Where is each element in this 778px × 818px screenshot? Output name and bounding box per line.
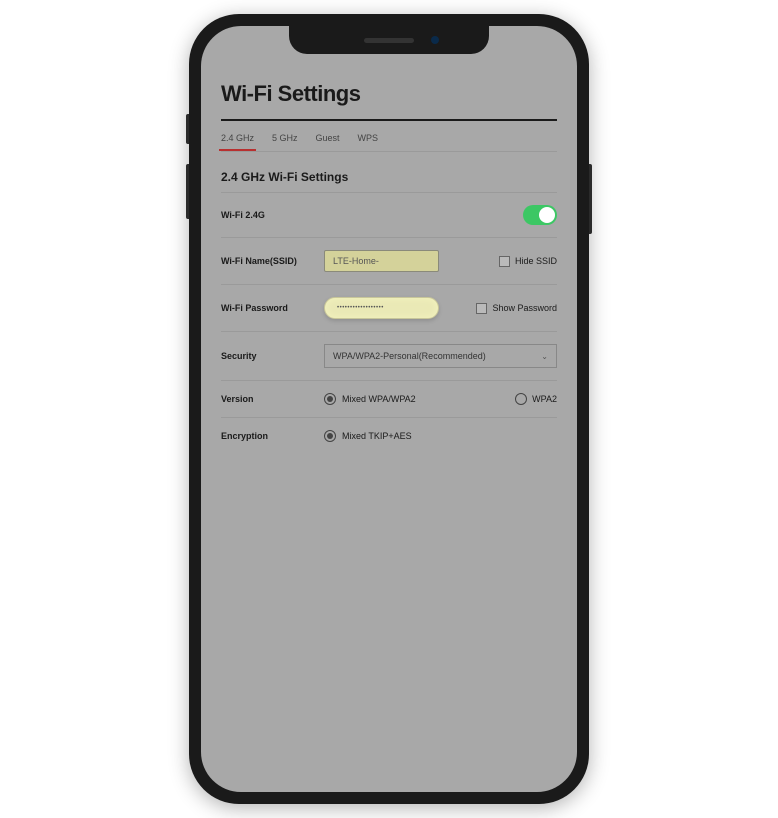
row-encryption: Encryption Mixed TKIP+AES	[221, 418, 557, 454]
ssid-control	[324, 250, 491, 272]
ssid-input[interactable]	[324, 250, 439, 272]
section-title: 2.4 GHz Wi-Fi Settings	[221, 170, 557, 184]
version-radio-mixed[interactable]	[324, 393, 336, 405]
hide-ssid-checkbox[interactable]	[499, 256, 510, 267]
page-title: Wi-Fi Settings	[221, 81, 557, 107]
tabs-divider	[221, 151, 557, 152]
phone-frame: Wi-Fi Settings 2.4 GHz 5 GHz Guest WPS 2…	[189, 14, 589, 804]
hide-ssid-label: Hide SSID	[515, 256, 557, 266]
encryption-label: Encryption	[221, 431, 316, 441]
version-radio-wpa2[interactable]	[515, 393, 527, 405]
hide-ssid-group: Hide SSID	[499, 256, 557, 267]
tab-wps[interactable]: WPS	[358, 133, 379, 151]
wifi-enable-toggle[interactable]	[523, 205, 557, 225]
security-select[interactable]: WPA/WPA2-Personal(Recommended) ⌄	[324, 344, 557, 368]
password-control	[324, 297, 468, 319]
tab-24ghz[interactable]: 2.4 GHz	[221, 133, 254, 151]
show-password-checkbox[interactable]	[476, 303, 487, 314]
phone-notch	[289, 26, 489, 54]
phone-side-button	[589, 164, 592, 234]
ssid-label: Wi-Fi Name(SSID)	[221, 256, 316, 266]
password-input[interactable]	[324, 297, 439, 319]
version-wpa2-label: WPA2	[532, 394, 557, 404]
row-version: Version Mixed WPA/WPA2 WPA2	[221, 381, 557, 418]
encryption-radio-mixed[interactable]	[324, 430, 336, 442]
password-label: Wi-Fi Password	[221, 303, 316, 313]
row-security: Security WPA/WPA2-Personal(Recommended) …	[221, 332, 557, 381]
row-ssid: Wi-Fi Name(SSID) Hide SSID	[221, 238, 557, 285]
speaker-grille	[364, 38, 414, 43]
version-option-wpa2[interactable]: WPA2	[515, 393, 557, 405]
tab-guest[interactable]: Guest	[316, 133, 340, 151]
settings-page: Wi-Fi Settings 2.4 GHz 5 GHz Guest WPS 2…	[201, 26, 577, 474]
row-wifi-toggle: Wi-Fi 2.4G	[221, 193, 557, 238]
encryption-option-mixed[interactable]: Mixed TKIP+AES	[324, 430, 557, 442]
wifi-enable-label: Wi-Fi 2.4G	[221, 210, 316, 220]
row-password: Wi-Fi Password Show Password	[221, 285, 557, 332]
front-camera	[431, 36, 439, 44]
security-label: Security	[221, 351, 316, 361]
phone-screen: Wi-Fi Settings 2.4 GHz 5 GHz Guest WPS 2…	[201, 26, 577, 792]
show-password-label: Show Password	[492, 303, 557, 313]
show-password-group: Show Password	[476, 303, 557, 314]
tab-5ghz[interactable]: 5 GHz	[272, 133, 298, 151]
version-mixed-label: Mixed WPA/WPA2	[342, 394, 416, 404]
tab-bar: 2.4 GHz 5 GHz Guest WPS	[221, 121, 557, 151]
chevron-down-icon: ⌄	[541, 352, 548, 361]
security-selected-value: WPA/WPA2-Personal(Recommended)	[333, 351, 486, 361]
encryption-mixed-label: Mixed TKIP+AES	[342, 431, 412, 441]
version-option-mixed[interactable]: Mixed WPA/WPA2	[324, 393, 507, 405]
version-label: Version	[221, 394, 316, 404]
